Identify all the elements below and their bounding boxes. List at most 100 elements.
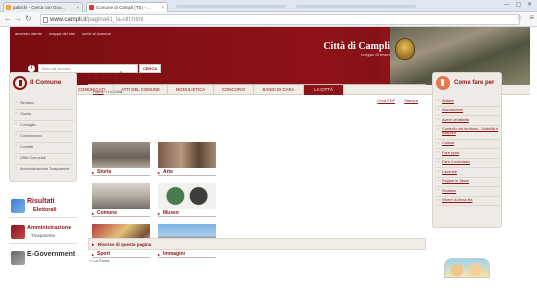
promo-risultati[interactable]: Risultati Elettorali	[9, 196, 77, 218]
sidebar-item-uffici[interactable]: Uffici Comunali	[14, 154, 74, 165]
come-fare-header: Come fare per	[436, 76, 500, 91]
sidebar-item-consiglio[interactable]: Consiglio	[14, 121, 74, 132]
come-fare-box: Come fare per Abitare Associazioni Avere…	[432, 72, 502, 228]
promo-title: Amministrazione	[27, 225, 72, 231]
comune-box: Il Comune Sindaco Giunta Consiglio Commi…	[9, 72, 77, 182]
blurred-tab[interactable]	[296, 5, 416, 8]
card-label: Arte	[158, 169, 216, 176]
sidebar-item-commissioni[interactable]: Commissioni	[14, 132, 74, 143]
museo-image	[158, 183, 216, 209]
link-sport[interactable]: Fare sport	[436, 149, 500, 159]
card-label: Storia	[92, 169, 150, 176]
bookmark-star-icon[interactable]: ☆	[516, 13, 523, 22]
sidebar-item-trasparente[interactable]: Amministrazione Trasparente	[14, 165, 74, 182]
promo-subtitle: Trasparente	[31, 233, 56, 238]
card-label: Immagini	[158, 251, 216, 258]
link-tasse[interactable]: Pagare le Tasse	[436, 178, 500, 187]
info-circle-icon	[436, 76, 450, 90]
sidebar-item-giunta[interactable]: Giunta	[14, 110, 74, 121]
transparency-icon	[11, 225, 25, 239]
promo-trasparente[interactable]: Amministrazione Trasparente	[9, 222, 77, 244]
link-associazioni[interactable]: Associazioni	[436, 107, 500, 116]
close-tab-icon[interactable]: ×	[76, 3, 79, 12]
page-title: LA CITTÀ	[88, 72, 125, 81]
ballot-icon	[11, 199, 25, 213]
link-controllo-territorio[interactable]: Controllo del territorio - Viabilità e t…	[436, 126, 500, 140]
tab-label: Comune di Campli (TE) - ...	[96, 5, 151, 10]
promo-title: E-Government	[27, 251, 76, 258]
page-icon	[43, 17, 48, 23]
link-cultura[interactable]: Cultura	[436, 140, 500, 149]
brand-tagline: scrigno di tesori	[361, 52, 390, 57]
browser-menu-icon[interactable]: ≡	[529, 13, 534, 22]
main-content: LA CITTÀ Home » La Città Crea PDF Stampa…	[88, 72, 426, 265]
link-terza-eta[interactable]: Vivere la terza età	[436, 197, 500, 206]
right-sidebar: Come fare per Abitare Associazioni Avere…	[432, 72, 502, 278]
google-favicon-icon	[6, 5, 11, 10]
storia-image	[92, 142, 150, 168]
promo-subtitle: Elettorali	[33, 207, 57, 213]
breadcrumb: Home » La Città	[93, 89, 122, 94]
card-storia[interactable]: Storia	[92, 142, 150, 176]
forward-icon[interactable]: →	[14, 14, 22, 24]
egov-icon	[11, 251, 25, 265]
left-sidebar: Il Comune Sindaco Giunta Consiglio Commi…	[9, 72, 77, 265]
reload-icon[interactable]: ↻	[25, 14, 32, 24]
contact-link[interactable]: scrivi al comune	[82, 31, 111, 36]
breadcrumb-current: » La Città	[104, 89, 122, 94]
site-brand[interactable]: Città di Campli scrigno di tesori	[320, 41, 390, 57]
card-arte[interactable]: Arte	[158, 142, 216, 176]
info-icon[interactable]: i	[28, 65, 35, 72]
card-comune[interactable]: Comune	[92, 183, 150, 217]
kids-banner[interactable]	[444, 258, 490, 278]
url-host: www.campli.it	[50, 17, 87, 23]
card-label: Comune	[92, 210, 150, 217]
resources-section[interactable]: Risorse di questa pagina	[88, 238, 426, 250]
comune-list: Sindaco Giunta Consiglio Commissioni Con…	[14, 99, 74, 182]
back-icon[interactable]: ←	[4, 14, 12, 24]
url-path: /pagina41_la-citt.html	[86, 17, 144, 23]
arte-image	[158, 142, 216, 168]
card-label: Sport	[92, 251, 150, 258]
sitemap-link[interactable]: mappa del sito	[49, 31, 75, 36]
browser-tab-bar: pabichi - Cerca con Goo... × Comune di C…	[0, 0, 537, 12]
come-fare-list: Abitare Associazioni Avere un'attività C…	[436, 97, 500, 206]
url-input[interactable]: www.campli.it/pagina41_la-citt.html	[40, 14, 520, 25]
come-fare-title: Come fare per	[454, 80, 495, 86]
card-label: Museo	[158, 210, 216, 217]
sidebar-item-contatti[interactable]: Contatti	[14, 143, 74, 154]
sidebar-item-sindaco[interactable]: Sindaco	[14, 99, 74, 110]
child-figure	[451, 264, 463, 276]
link-volontario[interactable]: Fare il volontario	[436, 159, 500, 168]
child-figure	[469, 263, 482, 276]
card-museo[interactable]: Museo	[158, 183, 216, 217]
comune-image	[92, 183, 150, 209]
comune-title: Il Comune	[30, 79, 62, 86]
site-favicon-icon	[89, 5, 94, 10]
title-divider	[88, 84, 426, 85]
comune-header: Il Comune	[13, 76, 75, 91]
page-tools: Crea PDF Stampa	[369, 98, 418, 103]
promo-title: Risultati	[27, 198, 55, 205]
info-circle-icon	[13, 76, 27, 90]
create-pdf-link[interactable]: Crea PDF	[377, 98, 395, 103]
link-attivita[interactable]: Avere un'attività	[436, 116, 500, 126]
top-links: accesso utente mappa del sito scrivi al …	[15, 31, 117, 36]
breadcrumb-home[interactable]: Home	[93, 89, 104, 94]
storia-link[interactable]: » La Storia	[90, 258, 109, 263]
browser-tab-search[interactable]: pabichi - Cerca con Goo... ×	[3, 2, 83, 12]
print-link[interactable]: Stampa	[404, 98, 418, 103]
coat-of-arms-icon	[395, 38, 415, 60]
link-lavorare[interactable]: Lavorare	[436, 168, 500, 178]
brand-name: Città di Campli	[323, 41, 390, 52]
tab-label: pabichi - Cerca con Goo...	[13, 5, 66, 10]
promo-egov[interactable]: E-Government	[9, 248, 77, 270]
blurred-tab[interactable]	[176, 5, 286, 8]
close-tab-icon[interactable]: ×	[161, 3, 164, 12]
link-studiare[interactable]: Studiare	[436, 187, 500, 197]
link-abitare[interactable]: Abitare	[436, 97, 500, 107]
browser-tab-active[interactable]: Comune di Campli (TE) - ... ×	[86, 2, 168, 12]
address-bar-row: ← → ↻ www.campli.it/pagina41_la-citt.htm…	[0, 12, 537, 27]
login-link[interactable]: accesso utente	[15, 31, 42, 36]
window-controls[interactable]: — ▢ ✕	[504, 1, 534, 8]
